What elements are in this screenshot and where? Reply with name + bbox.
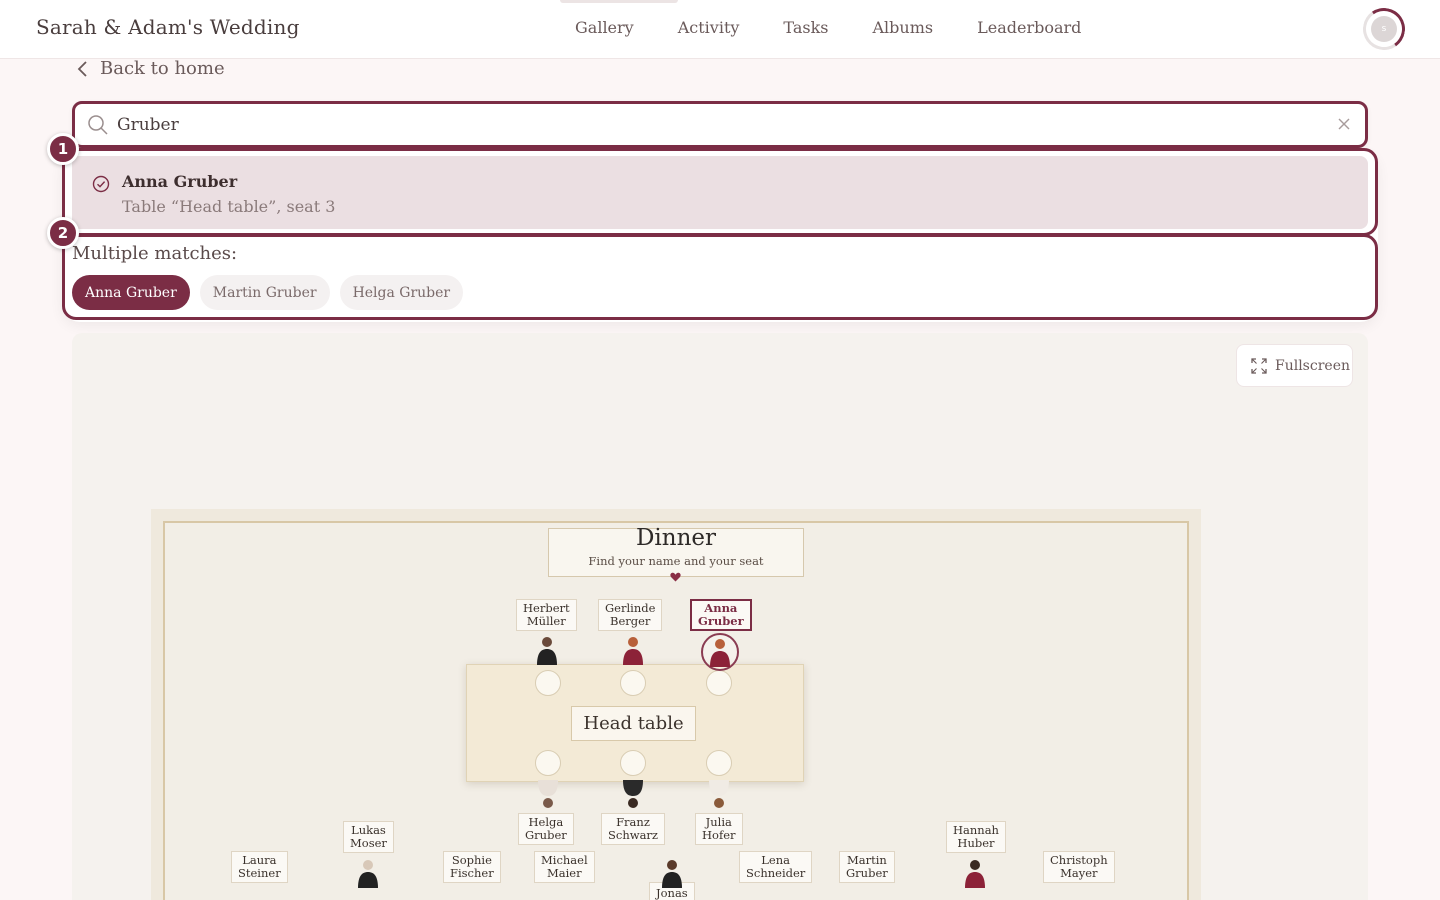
guest-name-tag[interactable]: Lena Schneider xyxy=(739,851,813,883)
guest-name-tag[interactable]: Martin Gruber xyxy=(839,851,895,883)
place-setting xyxy=(706,670,732,696)
result-seat-info: Table “Head table”, seat 3 xyxy=(122,197,336,216)
guest-name-tag-highlighted[interactable]: Anna Gruber xyxy=(690,599,752,631)
nav-gallery[interactable]: Gallery xyxy=(575,18,634,37)
heart-icon xyxy=(670,572,681,582)
guest-last-name: Mayer xyxy=(1060,866,1098,880)
search-result-item[interactable]: Anna Gruber Table “Head table”, seat 3 xyxy=(72,156,1368,229)
user-avatar[interactable]: s xyxy=(1371,16,1397,42)
guest-last-name: Müller xyxy=(526,614,566,628)
guest-name-tag[interactable]: Hannah Huber xyxy=(946,821,1006,853)
guest-last-name: Steiner xyxy=(238,866,281,880)
guest-last-name: Schwarz xyxy=(608,828,658,842)
guest-figure-icon xyxy=(709,780,729,808)
guest-figure-icon xyxy=(538,780,558,808)
guest-name-tag[interactable]: Christoph Mayer xyxy=(1043,851,1115,883)
guest-name-tag[interactable]: Herbert Müller xyxy=(516,599,577,631)
close-icon[interactable] xyxy=(1337,117,1351,131)
top-navigation-bar: Sarah & Adam's Wedding Gallery Activity … xyxy=(0,0,1440,59)
fullscreen-button[interactable]: Fullscreen xyxy=(1236,344,1353,387)
guest-figure-icon xyxy=(358,860,378,888)
nav-activity[interactable]: Activity xyxy=(678,18,740,37)
guest-last-name: Huber xyxy=(957,836,995,850)
match-chip-martin-gruber[interactable]: Martin Gruber xyxy=(199,275,330,310)
guest-first-name: Jonas xyxy=(656,885,688,900)
guest-last-name: Moser xyxy=(350,836,387,850)
guest-figure-icon xyxy=(710,639,730,667)
head-table-label: Head table xyxy=(571,706,696,741)
guest-last-name: Gruber xyxy=(698,614,744,628)
guest-last-name: Maier xyxy=(547,866,582,880)
search-icon xyxy=(88,115,108,135)
expand-icon xyxy=(1251,357,1267,374)
guest-name-tag[interactable]: Gerlinde Berger xyxy=(598,599,663,631)
place-setting xyxy=(535,670,561,696)
fullscreen-label: Fullscreen xyxy=(1275,357,1350,374)
guest-last-name: Hofer xyxy=(702,828,736,842)
nav-albums[interactable]: Albums xyxy=(873,18,934,37)
place-setting xyxy=(620,670,646,696)
guest-figure-icon xyxy=(623,637,643,665)
match-chip-helga-gruber[interactable]: Helga Gruber xyxy=(339,275,464,310)
check-circle-icon xyxy=(92,175,110,193)
guest-name-tag[interactable]: Franz Schwarz xyxy=(601,813,665,845)
chevron-left-icon xyxy=(77,60,87,77)
place-setting xyxy=(620,750,646,776)
search-input[interactable] xyxy=(117,112,1297,138)
guest-name-tag[interactable]: Lukas Moser xyxy=(343,821,394,853)
nav-tasks[interactable]: Tasks xyxy=(783,18,828,37)
guest-figure-icon xyxy=(965,860,985,888)
match-chip-anna-gruber[interactable]: Anna Gruber xyxy=(72,275,190,310)
guest-name-tag[interactable]: Michael Maier xyxy=(534,851,595,883)
annotation-badge-1: 1 xyxy=(47,133,79,165)
nav-active-indicator xyxy=(560,0,678,3)
guest-last-name: Gruber xyxy=(846,866,888,880)
nav-leaderboard[interactable]: Leaderboard xyxy=(977,18,1081,37)
guest-name-tag[interactable]: Helga Gruber xyxy=(518,813,574,845)
poster-title: Dinner xyxy=(635,525,717,551)
guest-last-name: Gruber xyxy=(525,828,567,842)
guest-search-box xyxy=(72,101,1368,148)
back-to-home-link[interactable]: Back to home xyxy=(76,58,225,79)
guest-figure-icon xyxy=(662,860,682,888)
guest-name-tag[interactable]: Laura Steiner xyxy=(231,851,288,883)
app-title[interactable]: Sarah & Adam's Wedding xyxy=(36,15,300,39)
guest-figure-icon xyxy=(537,637,557,665)
guest-last-name: Fischer xyxy=(450,866,494,880)
place-setting xyxy=(535,750,561,776)
place-setting xyxy=(706,750,732,776)
guest-name-tag[interactable]: Sophie Fischer xyxy=(443,851,501,883)
main-nav: Gallery Activity Tasks Albums Leaderboar… xyxy=(575,18,1125,37)
guest-last-name: Schneider xyxy=(746,866,806,880)
guest-name-tag[interactable]: Julia Hofer xyxy=(695,813,743,845)
guest-last-name: Berger xyxy=(610,614,651,628)
multiple-matches-label: Multiple matches: xyxy=(72,243,238,264)
guest-figure-icon xyxy=(623,780,643,808)
match-chips: Anna Gruber Martin Gruber Helga Gruber xyxy=(72,275,464,310)
result-guest-name: Anna Gruber xyxy=(122,172,238,191)
back-label: Back to home xyxy=(100,58,225,79)
poster-subtitle: Find your name and your seat xyxy=(588,554,764,568)
annotation-badge-2: 2 xyxy=(47,217,79,249)
